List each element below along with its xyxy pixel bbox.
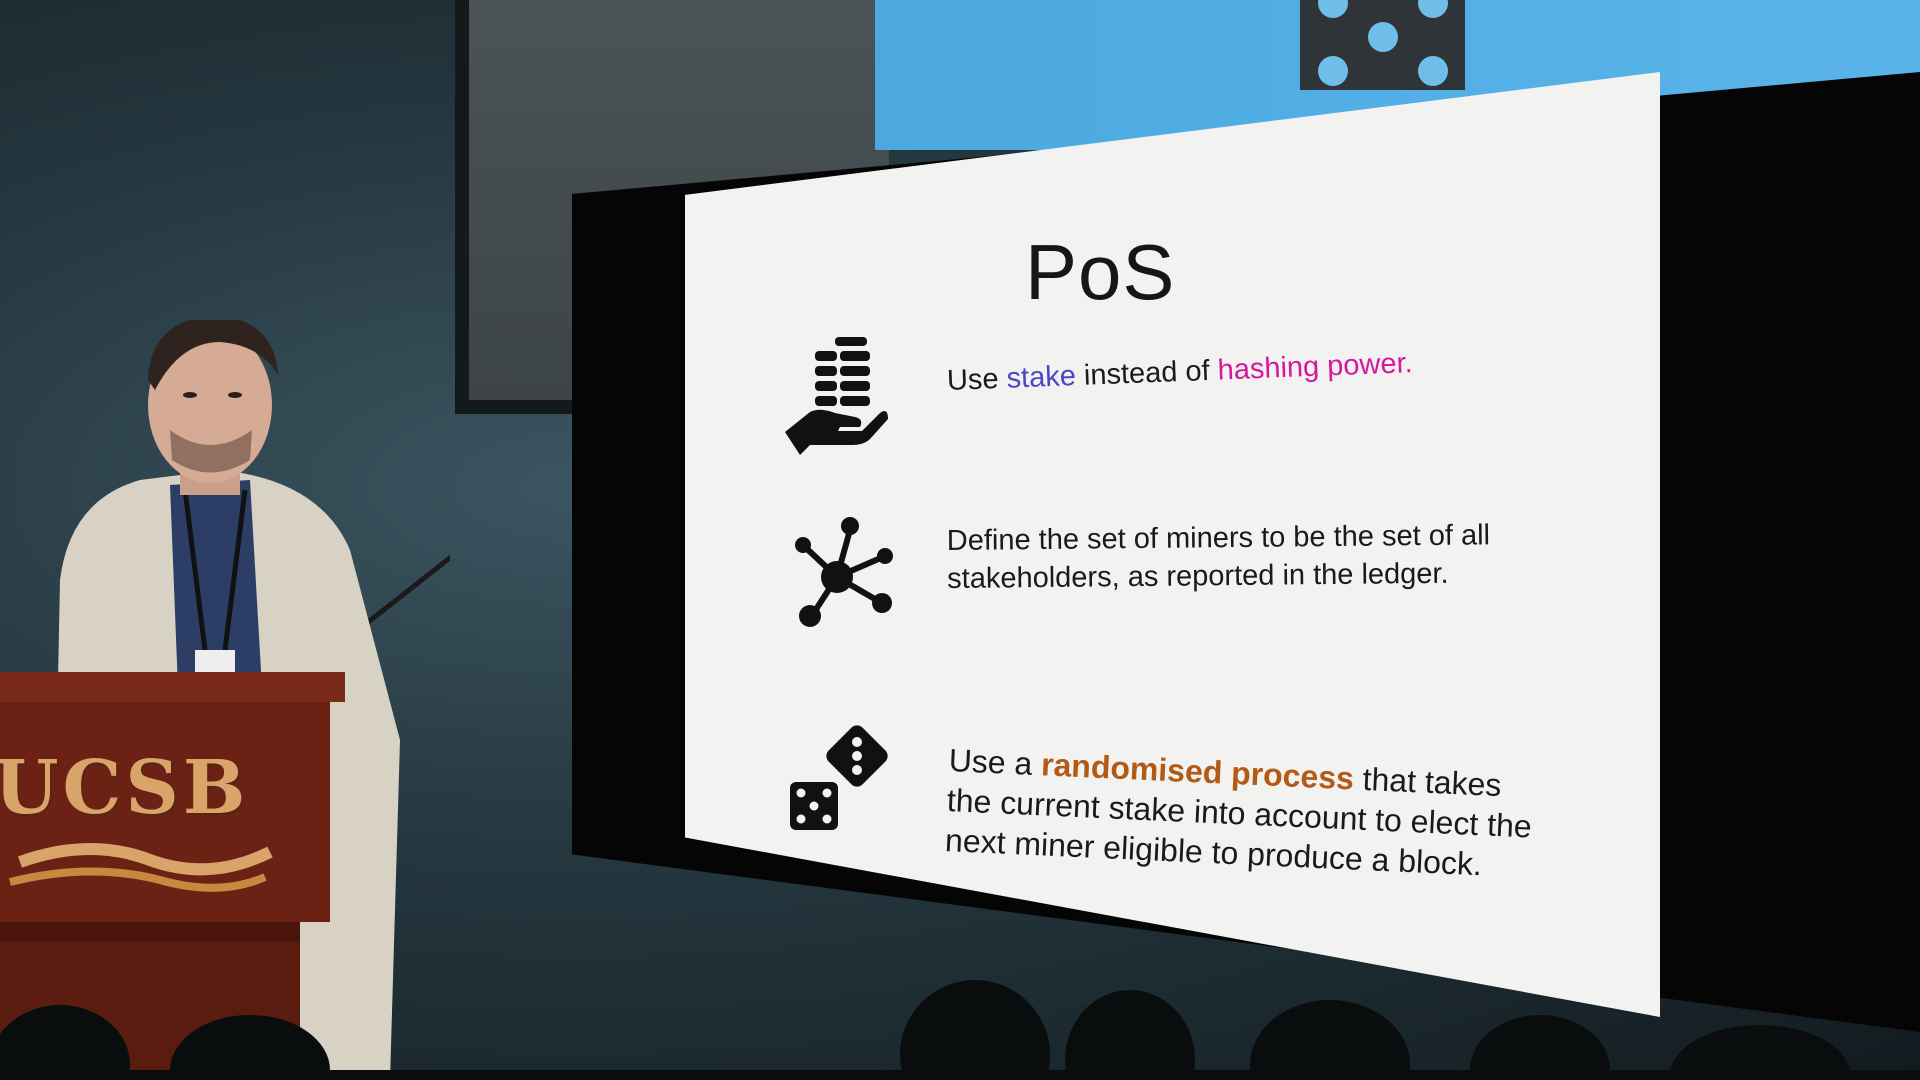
dice-icon: [790, 725, 888, 830]
hand-holding-coins-icon: [785, 337, 888, 455]
highlight-stake: stake: [1005, 360, 1077, 395]
point-3-prefix: Use a: [947, 742, 1043, 783]
point-1-middle: instead of: [1075, 354, 1219, 393]
lecture-scene: PoS Use stake instead of hashing power. …: [0, 0, 1920, 1080]
highlight-hashing-power: hashing power: [1217, 347, 1406, 387]
slide-container: PoS Use stake instead of hashing power. …: [685, 72, 1660, 1017]
point-1-suffix: .: [1403, 347, 1414, 380]
bullet-point-miners: Define the set of miners to be the set o…: [946, 519, 1491, 595]
bullet-point-randomised: Use a randomised process that takes the …: [944, 740, 1549, 887]
audience-heads: [0, 980, 1920, 1080]
podium-logo: UCSB: [0, 745, 250, 831]
presentation-slide: PoS Use stake instead of hashing power. …: [685, 72, 1660, 1017]
point-1-prefix: Use: [946, 362, 1008, 397]
slide-title: PoS: [1025, 228, 1176, 316]
bullet-point-stake: Use stake instead of hashing power.: [946, 341, 1507, 400]
network-hub-icon: [795, 517, 893, 627]
